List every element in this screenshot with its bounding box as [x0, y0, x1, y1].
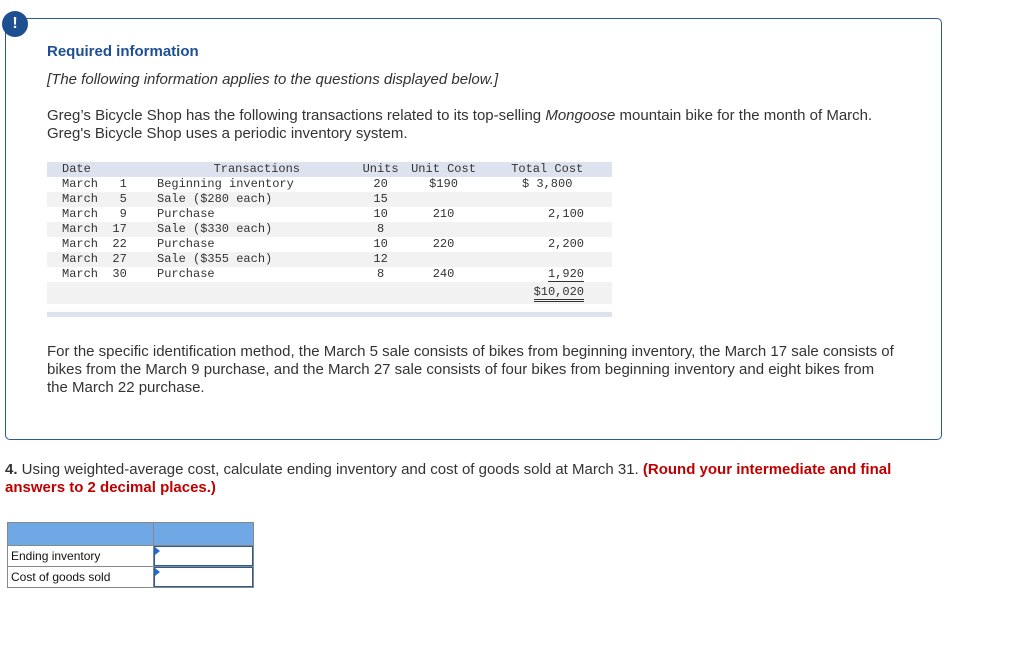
row-units: 8 — [376, 267, 385, 281]
grand-total: $10,020 — [533, 285, 584, 302]
flag-icon — [155, 568, 160, 576]
row-units: 10 — [373, 207, 388, 221]
empty-cell — [404, 282, 483, 304]
row-unit-cost — [404, 192, 483, 207]
row-total-cost: $ 3,800 — [522, 177, 573, 191]
table-total-row: $10,020 — [47, 282, 612, 304]
answer-table: Ending inventory Cost of goods sold — [7, 522, 254, 588]
row-transaction: Sale ($355 each) — [157, 252, 357, 267]
table-row: March 27 Sale ($355 each) 12 — [47, 252, 612, 267]
answer-header-value — [153, 522, 254, 546]
alert-icon: ! — [2, 11, 28, 37]
row-units: 12 — [356, 252, 405, 267]
specific-identification-note: For the specific identification method, … — [47, 343, 894, 396]
intro-brand: Mongoose — [545, 107, 616, 124]
row-total-cost — [482, 252, 612, 267]
empty-cell — [157, 282, 357, 304]
row-unit-cost: 240 — [432, 267, 455, 281]
table-row: March 22 Purchase 10 220 2,200 — [47, 237, 612, 252]
question-body: Using weighted-average cost, calculate e… — [17, 461, 643, 478]
row-units: 10 — [373, 237, 388, 251]
spacer-row — [47, 304, 612, 312]
row-total-cost — [482, 222, 612, 237]
cogs-label: Cost of goods sold — [7, 566, 154, 588]
row-date: March 22 — [62, 237, 127, 251]
cogs-cell — [153, 566, 254, 588]
table-row: March 1 Beginning inventory 20 $190 $ 3,… — [47, 177, 612, 192]
ending-inventory-label: Ending inventory — [7, 545, 154, 567]
last-purchase-total: 1,920 — [547, 267, 584, 282]
row-transaction: Sale ($280 each) — [157, 192, 357, 207]
row-date: March 5 — [47, 192, 157, 207]
answer-header-row — [7, 522, 254, 546]
row-units: 8 — [356, 222, 405, 237]
question-text: 4. Using weighted-average cost, calculat… — [5, 461, 945, 497]
grand-total-cell: $10,020 — [482, 282, 612, 304]
row-transaction: Beginning inventory — [157, 177, 294, 191]
spacer-cell — [47, 304, 612, 312]
intro-text-1: Greg’s Bicycle Shop has the following tr… — [47, 107, 546, 124]
header-transactions: Transactions — [157, 162, 357, 177]
answer-row-ending-inventory: Ending inventory — [7, 545, 254, 567]
row-unit-cost — [404, 252, 483, 267]
header-unit-cost: Unit Cost — [404, 162, 483, 177]
row-total-cost: 1,920 — [482, 267, 612, 282]
row-unit-cost: $190 — [429, 177, 458, 191]
header-units: Units — [356, 162, 405, 177]
row-units: 20 — [373, 177, 388, 191]
table-row: March 30 Purchase 8 240 1,920 — [47, 267, 612, 282]
header-total-cost: Total Cost — [482, 162, 612, 177]
ending-inventory-cell — [153, 545, 254, 567]
row-transaction: Sale ($330 each) — [157, 222, 357, 237]
row-date: March 9 — [62, 207, 127, 221]
row-date: March 17 — [47, 222, 157, 237]
row-unit-cost: 210 — [432, 207, 455, 221]
header-date: Date — [47, 162, 157, 177]
flag-icon — [155, 547, 160, 555]
transactions-table: Date Transactions Units Unit Cost Total … — [47, 162, 612, 317]
row-unit-cost: 220 — [432, 237, 455, 251]
footer-cell — [47, 312, 612, 317]
answer-row-cogs: Cost of goods sold — [7, 566, 254, 588]
ending-inventory-input[interactable] — [154, 546, 253, 566]
required-info-title: Required information — [47, 43, 199, 60]
table-footer-row — [47, 312, 612, 317]
row-total-cost: 2,100 — [547, 207, 584, 221]
row-date: March 27 — [47, 252, 157, 267]
row-total-cost: 2,200 — [547, 237, 584, 251]
table-header-row: Date Transactions Units Unit Cost Total … — [47, 162, 612, 177]
row-units: 15 — [356, 192, 405, 207]
cogs-input[interactable] — [154, 567, 253, 587]
empty-cell — [356, 282, 405, 304]
row-total-cost — [482, 192, 612, 207]
intro-paragraph: Greg’s Bicycle Shop has the following tr… — [47, 107, 897, 143]
row-transaction: Purchase — [157, 207, 215, 221]
required-info-subtitle: [The following information applies to th… — [47, 71, 499, 88]
table-row: March 17 Sale ($330 each) 8 — [47, 222, 612, 237]
table-row: March 5 Sale ($280 each) 15 — [47, 192, 612, 207]
table-row: March 9 Purchase 10 210 2,100 — [47, 207, 612, 222]
row-date: March 1 — [62, 177, 127, 191]
row-transaction: Purchase — [157, 267, 215, 281]
row-date: March 30 — [62, 267, 127, 281]
question-number: 4. — [5, 461, 18, 478]
answer-header-label — [7, 522, 154, 546]
row-transaction: Purchase — [157, 237, 215, 251]
empty-cell — [47, 282, 157, 304]
row-unit-cost — [404, 222, 483, 237]
